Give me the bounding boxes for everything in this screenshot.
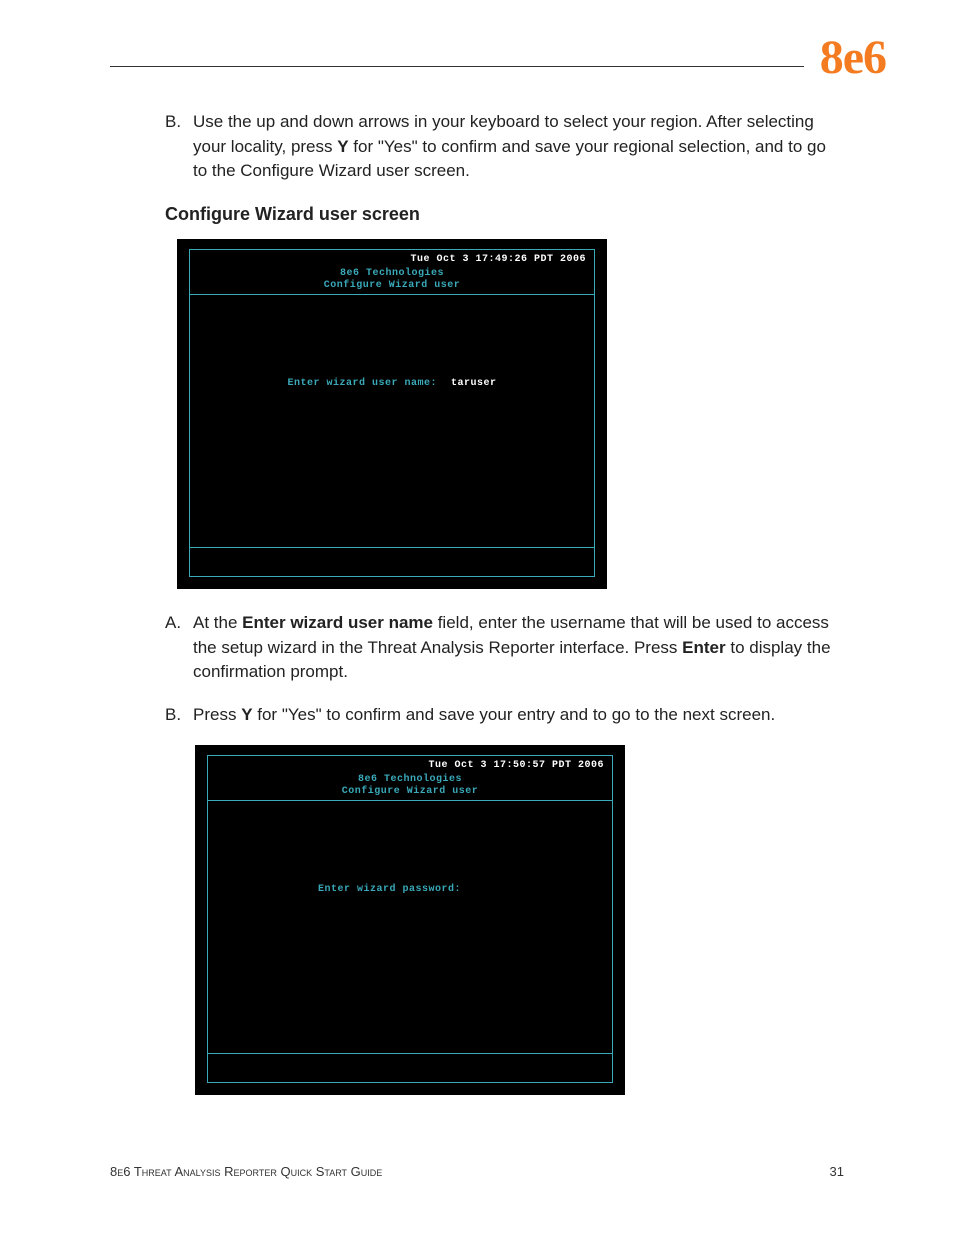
terminal-prompt: Enter wizard user name: taruser xyxy=(190,378,594,389)
field-reference: Enter wizard user name xyxy=(242,613,433,632)
terminal-screenshot-password: Tue Oct 3 17:50:57 PDT 2006 8e6 Technolo… xyxy=(195,745,625,1095)
terminal-screenshot-username: Tue Oct 3 17:49:26 PDT 2006 8e6 Technolo… xyxy=(177,239,607,589)
prompt-label: Enter wizard user name: xyxy=(287,378,437,389)
list-body: At the Enter wizard user name field, ent… xyxy=(193,611,844,685)
text-fragment: At the xyxy=(193,613,242,632)
list-body: Press Y for "Yes" to confirm and save yo… xyxy=(193,703,844,728)
terminal-timestamp: Tue Oct 3 17:50:57 PDT 2006 xyxy=(428,760,604,771)
terminal-inner: Tue Oct 3 17:49:26 PDT 2006 8e6 Technolo… xyxy=(189,249,595,577)
list-item-a: A. At the Enter wizard user name field, … xyxy=(165,611,844,685)
key-reference: Y xyxy=(241,705,252,724)
footer-title: 8e6 Threat Analysis Reporter Quick Start… xyxy=(110,1164,382,1179)
terminal-rule xyxy=(190,294,594,295)
text-fragment: Press xyxy=(193,705,241,724)
list-body: Use the up and down arrows in your keybo… xyxy=(193,110,844,184)
list-item-intro-b: B. Use the up and down arrows in your ke… xyxy=(165,110,844,184)
brand-logo: 8e6 xyxy=(820,30,886,85)
list-marker: A. xyxy=(165,611,193,685)
key-reference: Y xyxy=(337,137,348,156)
list-item-b: B. Press Y for "Yes" to confirm and save… xyxy=(165,703,844,728)
terminal-rule xyxy=(190,547,594,548)
list-marker: B. xyxy=(165,703,193,728)
terminal-timestamp: Tue Oct 3 17:49:26 PDT 2006 xyxy=(410,254,586,265)
page-number: 31 xyxy=(830,1164,844,1179)
terminal-company: 8e6 Technologies xyxy=(208,774,612,785)
terminal-company: 8e6 Technologies xyxy=(190,268,594,279)
text-fragment: for "Yes" to confirm and save your entry… xyxy=(253,705,776,724)
prompt-label: Enter wizard password: xyxy=(318,884,461,895)
terminal-title: Configure Wizard user xyxy=(190,280,594,291)
key-reference: Enter xyxy=(682,638,725,657)
page-content: B. Use the up and down arrows in your ke… xyxy=(110,110,844,1095)
list-marker: B. xyxy=(165,110,193,184)
terminal-rule xyxy=(208,800,612,801)
prompt-value: taruser xyxy=(451,378,497,389)
terminal-rule xyxy=(208,1053,612,1054)
terminal-prompt: Enter wizard password: xyxy=(318,884,461,895)
section-heading: Configure Wizard user screen xyxy=(165,204,844,225)
header-rule xyxy=(110,66,804,67)
terminal-inner: Tue Oct 3 17:50:57 PDT 2006 8e6 Technolo… xyxy=(207,755,613,1083)
page-footer: 8e6 Threat Analysis Reporter Quick Start… xyxy=(110,1164,844,1179)
terminal-title: Configure Wizard user xyxy=(208,786,612,797)
